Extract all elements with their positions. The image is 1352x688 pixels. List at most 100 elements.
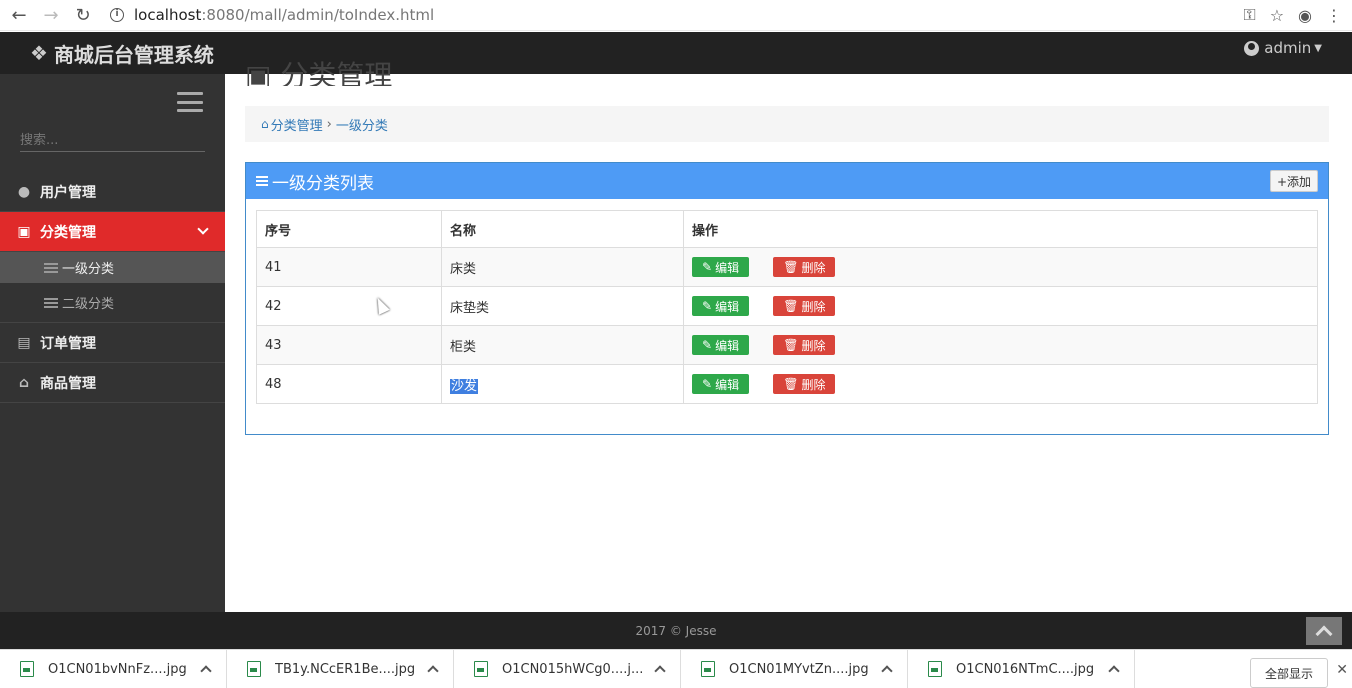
- download-filename: O1CN016NTmC....jpg: [956, 661, 1095, 677]
- download-filename: O1CN015hWCg0....j...: [502, 661, 644, 677]
- page-title-text: 分类管理: [280, 59, 393, 86]
- download-filename: O1CN01bvNnFz....jpg: [48, 661, 187, 677]
- brand-title: 商城后台管理系统: [53, 42, 214, 67]
- chevron-up-icon[interactable]: [427, 664, 439, 677]
- trash-icon: 🗑: [783, 260, 799, 274]
- panel-title: 一级分类列表: [256, 169, 374, 194]
- sidebar-item-label: 分类管理: [40, 224, 96, 241]
- user-circle-icon: ●: [17, 183, 31, 200]
- delete-button[interactable]: 🗑 删除: [773, 335, 836, 355]
- cubes-icon: ❖: [30, 41, 48, 65]
- sidebar-search-input[interactable]: [20, 130, 205, 152]
- edit-label: 编辑: [715, 338, 740, 353]
- edit-icon: ✎: [702, 377, 713, 391]
- chevron-down-icon: [197, 223, 209, 235]
- panel-title-text: 一级分类列表: [272, 173, 374, 194]
- edit-button[interactable]: ✎ 编辑: [692, 374, 750, 394]
- info-icon[interactable]: i: [110, 8, 124, 22]
- user-name: admin: [1264, 39, 1312, 57]
- submenu-item-label: 一级分类: [62, 262, 115, 277]
- footer: 2017 © Jesse: [0, 612, 1352, 649]
- edit-icon: ✎: [702, 338, 713, 352]
- chevron-up-icon[interactable]: [200, 664, 212, 677]
- main-content: ▣ 分类管理 ⌂ 分类管理 › 一级分类 一级分类列表 +添加 序号 名称 操作: [225, 59, 1352, 612]
- list-icon: [44, 262, 58, 273]
- jpg-file-icon: [20, 661, 34, 677]
- back-to-top-button[interactable]: [1306, 617, 1342, 645]
- key-icon[interactable]: ⚿: [1244, 5, 1256, 25]
- sidebar: ● 用户管理 ▣ 分类管理 一级分类 二级分类 ▤ 订单管理 ⌂ 商品管理: [0, 74, 225, 612]
- edit-label: 编辑: [715, 299, 740, 314]
- delete-label: 删除: [801, 338, 826, 353]
- chevron-up-icon[interactable]: [1108, 664, 1120, 677]
- more-icon[interactable]: ⋮: [1326, 6, 1342, 25]
- sidebar-item-categories[interactable]: ▣ 分类管理: [0, 212, 225, 252]
- cell-actions: ✎ 编辑 🗑 删除: [683, 325, 1318, 365]
- submenu-item-label: 二级分类: [62, 297, 115, 312]
- download-item[interactable]: O1CN016NTmC....jpg: [908, 649, 1135, 688]
- delete-button[interactable]: 🗑 删除: [773, 257, 836, 277]
- chevron-up-icon[interactable]: [654, 664, 666, 677]
- cell-id: 42: [256, 286, 442, 326]
- browser-toolbar: ← → ↻ i localhost:8080/mall/admin/toInde…: [0, 0, 1352, 31]
- download-item[interactable]: O1CN01MYvtZn....jpg: [681, 649, 908, 688]
- sidebar-item-label: 订单管理: [40, 335, 96, 352]
- header-actions: 操作: [683, 210, 1318, 248]
- delete-button[interactable]: 🗑 删除: [773, 374, 836, 394]
- url-host: localhost: [134, 6, 202, 24]
- edit-button[interactable]: ✎ 编辑: [692, 335, 750, 355]
- back-arrow-icon[interactable]: ←: [6, 2, 32, 28]
- sidebar-item-products[interactable]: ⌂ 商品管理: [0, 363, 225, 403]
- sidebar-item-users[interactable]: ● 用户管理: [0, 172, 225, 212]
- download-item[interactable]: O1CN015hWCg0....j...: [454, 649, 681, 688]
- submenu-item-level1[interactable]: 一级分类: [0, 252, 225, 283]
- category-panel: 一级分类列表 +添加 序号 名称 操作 41 床类 ✎ 编辑 🗑 删除 42 床…: [245, 162, 1329, 435]
- user-menu[interactable]: admin ▼: [1244, 39, 1322, 57]
- address-bar[interactable]: i localhost:8080/mall/admin/toIndex.html: [110, 2, 1244, 28]
- list-icon: [44, 297, 58, 308]
- edit-icon: ✎: [702, 260, 713, 274]
- top-navbar: ❖ 商城后台管理系统 admin ▼: [0, 32, 1352, 74]
- table-row: 48 沙发 ✎ 编辑 🗑 删除: [256, 364, 1318, 404]
- show-all-downloads-button[interactable]: 全部显示: [1249, 658, 1328, 688]
- star-icon[interactable]: ☆: [1270, 6, 1284, 25]
- breadcrumb-current[interactable]: 一级分类: [336, 115, 388, 134]
- breadcrumb-separator: ›: [326, 116, 332, 132]
- edit-button[interactable]: ✎ 编辑: [692, 296, 750, 316]
- submenu-item-level2[interactable]: 二级分类: [0, 283, 225, 323]
- panel-heading: 一级分类列表 +添加: [246, 163, 1328, 199]
- sidebar-item-label: 商品管理: [40, 375, 96, 392]
- home-icon[interactable]: ⌂: [261, 117, 269, 131]
- cell-name: 床垫类: [441, 286, 684, 326]
- header-name: 名称: [441, 210, 684, 248]
- reload-icon[interactable]: ↻: [70, 2, 96, 28]
- category-icon: ▣: [17, 223, 31, 240]
- download-filename: TB1y.NCcER1Be....jpg: [275, 661, 416, 677]
- cell-name: 床类: [441, 247, 684, 287]
- category-table: 序号 名称 操作 41 床类 ✎ 编辑 🗑 删除 42 床垫类 ✎ 编辑 🗑 删…: [256, 210, 1318, 404]
- edit-icon: ✎: [702, 299, 713, 313]
- table-header-row: 序号 名称 操作: [256, 210, 1318, 248]
- delete-button[interactable]: 🗑 删除: [773, 296, 836, 316]
- jpg-file-icon: [701, 661, 715, 677]
- footer-text: 2017 © Jesse: [635, 623, 717, 638]
- breadcrumb: ⌂ 分类管理 › 一级分类: [245, 106, 1329, 142]
- selected-text: 沙发: [450, 378, 479, 394]
- cell-name: 沙发: [441, 364, 684, 404]
- delete-label: 删除: [801, 377, 826, 392]
- download-item[interactable]: O1CN01bvNnFz....jpg: [0, 649, 227, 688]
- edit-label: 编辑: [715, 260, 740, 275]
- menu-toggle-icon[interactable]: [177, 92, 203, 112]
- close-icon[interactable]: ✕: [1336, 662, 1348, 678]
- table-row: 43 柜类 ✎ 编辑 🗑 删除: [256, 325, 1318, 365]
- brand[interactable]: ❖ 商城后台管理系统: [30, 39, 214, 68]
- download-item[interactable]: TB1y.NCcER1Be....jpg: [227, 649, 454, 688]
- sidebar-item-orders[interactable]: ▤ 订单管理: [0, 323, 225, 363]
- breadcrumb-link[interactable]: 分类管理: [271, 115, 323, 134]
- edit-button[interactable]: ✎ 编辑: [692, 257, 750, 277]
- account-icon[interactable]: ◉: [1298, 6, 1312, 25]
- forward-arrow-icon[interactable]: →: [38, 2, 64, 28]
- delete-label: 删除: [801, 299, 826, 314]
- add-button[interactable]: +添加: [1269, 170, 1318, 192]
- chevron-up-icon[interactable]: [881, 664, 893, 677]
